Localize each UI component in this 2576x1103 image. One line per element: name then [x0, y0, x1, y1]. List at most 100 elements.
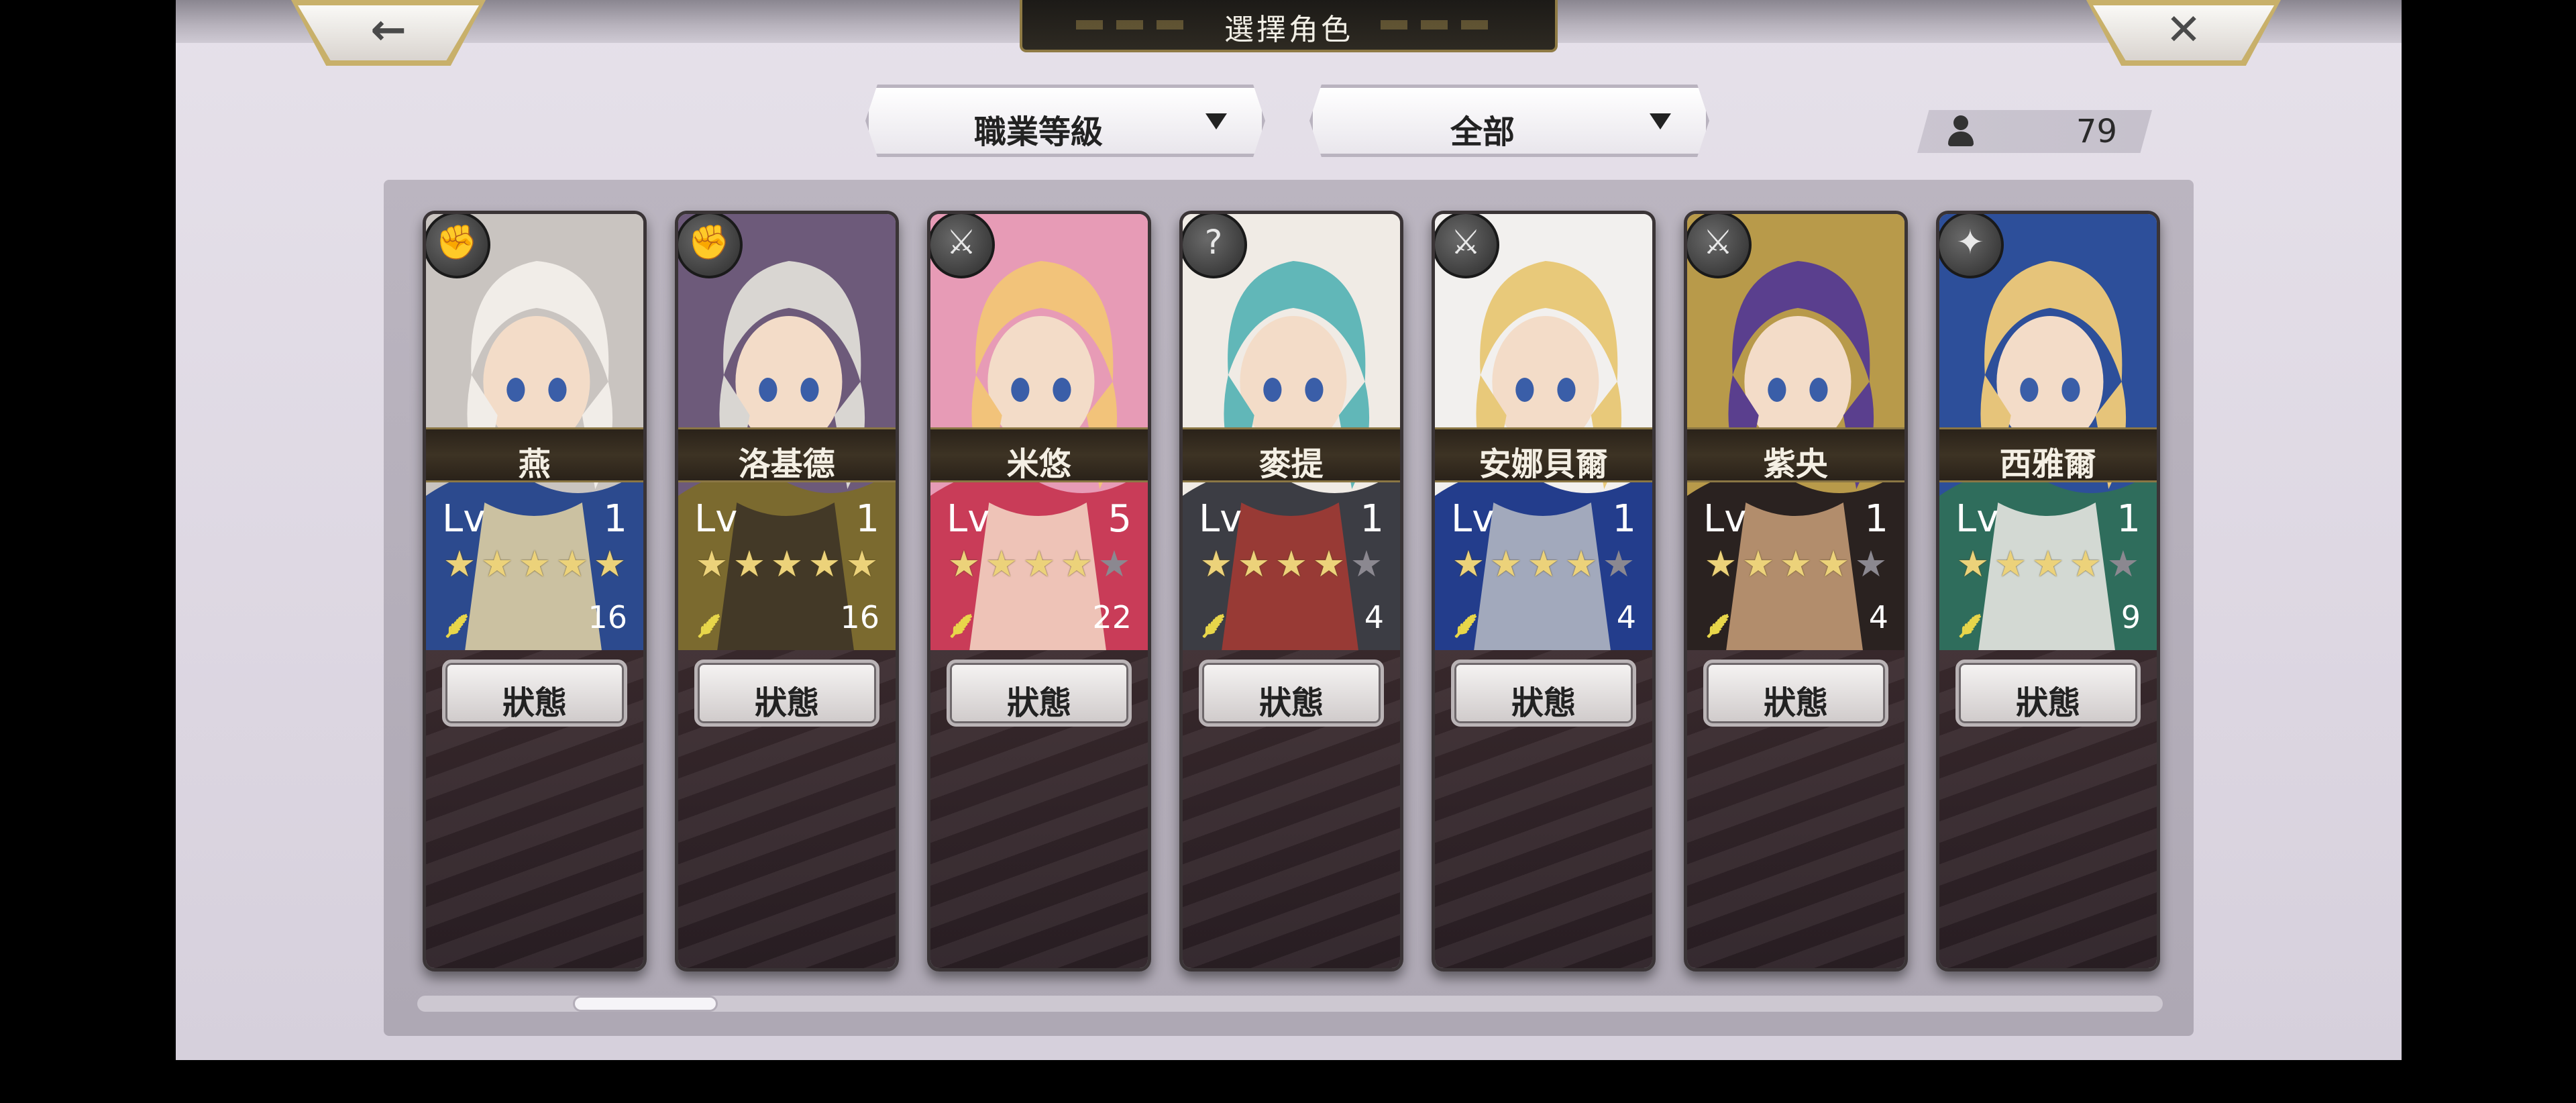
- status-button[interactable]: 狀態: [442, 660, 627, 727]
- level-value: 1: [603, 497, 627, 541]
- star-icon: ★: [1817, 543, 1850, 585]
- star-icon: ★: [770, 543, 804, 585]
- character-card[interactable]: ⚔ 紫央 Lv 1 ★ ★ ★ ★ ★ ⸙ 4 狀態: [1684, 211, 1908, 971]
- star-icon: ★: [593, 543, 627, 585]
- rank-value: 16: [840, 599, 879, 635]
- star-icon: ★: [1312, 543, 1346, 585]
- level-label: Lv: [1451, 497, 1495, 541]
- level-value: 1: [1360, 497, 1384, 541]
- class-icon: ✦: [1939, 214, 2004, 278]
- status-button-label: 狀態: [1763, 684, 1828, 722]
- rank-value: 22: [1092, 599, 1132, 635]
- star-icon: ★: [1779, 543, 1813, 585]
- status-button-label: 狀態: [2015, 684, 2080, 722]
- level-value: 1: [1612, 497, 1636, 541]
- star-icon: ★: [1704, 543, 1737, 585]
- star-icon: ★: [1237, 543, 1271, 585]
- sort-dropdown[interactable]: 職業等級: [865, 85, 1265, 157]
- class-icon: ⚔: [1435, 214, 1499, 278]
- level-label: Lv: [1199, 497, 1242, 541]
- character-card[interactable]: ? 麥提 Lv 1 ★ ★ ★ ★ ★ ⸙ 4 狀態: [1179, 211, 1403, 971]
- star-icon: ★: [1452, 543, 1485, 585]
- star-rating: ★ ★ ★ ★ ★: [1702, 544, 1890, 584]
- status-button-label: 狀態: [1006, 684, 1071, 722]
- star-icon: ★: [1602, 543, 1635, 585]
- star-rating: ★ ★ ★ ★ ★: [945, 544, 1133, 584]
- star-icon: ★: [1854, 543, 1888, 585]
- character-name-bar: 安娜貝爾: [1435, 427, 1652, 483]
- close-x-icon: ✕: [2165, 5, 2202, 55]
- back-button[interactable]: ←: [291, 0, 486, 66]
- status-button[interactable]: 狀態: [1703, 660, 1888, 727]
- sort-dropdown-label: 職業等級: [973, 113, 1103, 151]
- horizontal-scrollbar-thumb[interactable]: [573, 996, 718, 1012]
- star-rating: ★ ★ ★ ★ ★: [1197, 544, 1385, 584]
- star-icon: ★: [480, 543, 514, 585]
- character-card[interactable]: ✦ 西雅爾 Lv 1 ★ ★ ★ ★ ★ ⸙ 9 狀態: [1936, 211, 2160, 971]
- category-dropdown-label: 全部: [1450, 113, 1515, 151]
- rank-value: 16: [588, 599, 627, 635]
- chevron-down-icon: [1650, 113, 1671, 129]
- character-name-bar: 西雅爾: [1939, 427, 2157, 483]
- star-icon: ★: [733, 543, 766, 585]
- status-button-label: 狀態: [754, 684, 819, 722]
- status-button[interactable]: 狀態: [1451, 660, 1636, 727]
- character-name-bar: 米悠: [930, 427, 1148, 483]
- star-icon: ★: [2069, 543, 2102, 585]
- star-icon: ★: [1275, 543, 1308, 585]
- star-icon: ★: [1350, 543, 1383, 585]
- level-value: 1: [855, 497, 879, 541]
- star-icon: ★: [1741, 543, 1775, 585]
- star-icon: ★: [947, 543, 981, 585]
- character-count: 79: [1917, 110, 2152, 153]
- character-name-bar: 燕: [426, 427, 643, 483]
- class-icon: ⚔: [1687, 214, 1752, 278]
- level-label: Lv: [1955, 497, 1999, 541]
- class-icon: ⚔: [930, 214, 995, 278]
- close-button[interactable]: ✕: [2086, 0, 2281, 66]
- star-icon: ★: [1199, 543, 1233, 585]
- star-icon: ★: [985, 543, 1018, 585]
- character-card[interactable]: ⚔ 米悠 Lv 5 ★ ★ ★ ★ ★ ⸙ 22 狀態: [927, 211, 1151, 971]
- star-icon: ★: [1097, 543, 1131, 585]
- character-name-bar: 洛基德: [678, 427, 896, 483]
- rank-value: 4: [1364, 599, 1384, 635]
- star-rating: ★ ★ ★ ★ ★: [441, 544, 629, 584]
- character-name: 紫央: [1763, 445, 1828, 483]
- character-name: 洛基德: [738, 445, 835, 483]
- status-button[interactable]: 狀態: [1955, 660, 2141, 727]
- star-rating: ★ ★ ★ ★ ★: [693, 544, 881, 584]
- star-icon: ★: [2106, 543, 2140, 585]
- character-name-bar: 紫央: [1687, 427, 1904, 483]
- game-screen: ← 選擇角色 ✕ 職業等級 全部 79 ✊ 燕 Lv 1 ★ ★ ★ ★ ★ ⸙…: [176, 0, 2402, 1060]
- screen-title: 選擇角色: [1224, 13, 1353, 47]
- level-label: Lv: [442, 497, 486, 541]
- user-icon: [1945, 115, 1978, 148]
- star-icon: ★: [443, 543, 476, 585]
- status-button[interactable]: 狀態: [694, 660, 879, 727]
- level-value: 1: [2116, 497, 2141, 541]
- character-name: 西雅爾: [1999, 445, 2096, 483]
- character-card[interactable]: ⚔ 安娜貝爾 Lv 1 ★ ★ ★ ★ ★ ⸙ 4 狀態: [1432, 211, 1656, 971]
- status-button[interactable]: 狀態: [1199, 660, 1384, 727]
- character-count-value: 79: [2076, 113, 2117, 150]
- level-value: 1: [1864, 497, 1888, 541]
- star-rating: ★ ★ ★ ★ ★: [1450, 544, 1638, 584]
- character-name-bar: 麥提: [1183, 427, 1400, 483]
- level-label: Lv: [947, 497, 990, 541]
- screen-title-plate: 選擇角色: [1020, 0, 1558, 52]
- category-dropdown[interactable]: 全部: [1309, 85, 1709, 157]
- status-button[interactable]: 狀態: [947, 660, 1132, 727]
- class-icon: ✊: [678, 214, 743, 278]
- star-icon: ★: [1489, 543, 1523, 585]
- star-icon: ★: [1956, 543, 1990, 585]
- class-icon: ?: [1183, 214, 1247, 278]
- character-card[interactable]: ✊ 燕 Lv 1 ★ ★ ★ ★ ★ ⸙ 16 狀態: [423, 211, 647, 971]
- rank-value: 4: [1616, 599, 1636, 635]
- star-icon: ★: [1060, 543, 1093, 585]
- star-rating: ★ ★ ★ ★ ★: [1954, 544, 2142, 584]
- star-icon: ★: [808, 543, 841, 585]
- star-icon: ★: [2031, 543, 2065, 585]
- character-card[interactable]: ✊ 洛基德 Lv 1 ★ ★ ★ ★ ★ ⸙ 16 狀態: [675, 211, 899, 971]
- rank-value: 4: [1868, 599, 1888, 635]
